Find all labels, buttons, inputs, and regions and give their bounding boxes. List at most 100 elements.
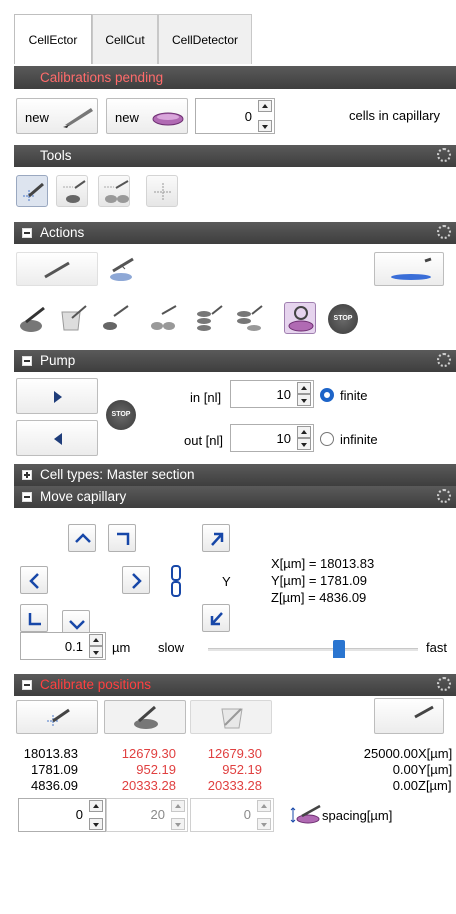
move-left-button[interactable] bbox=[20, 566, 48, 594]
capillary-pen-icon bbox=[44, 261, 70, 279]
move-z-down-button[interactable] bbox=[202, 604, 230, 632]
stack-dual-dish-action[interactable] bbox=[232, 302, 264, 334]
chevron-left-icon bbox=[29, 573, 39, 589]
dual-dish-action[interactable] bbox=[146, 302, 178, 334]
arrow-up-right-icon bbox=[211, 532, 224, 546]
move-z-up-button[interactable] bbox=[202, 524, 230, 552]
dish-aspirate-action[interactable] bbox=[16, 302, 48, 334]
cell-types-header[interactable]: Cell types: Master section bbox=[14, 464, 456, 486]
decrement-arrow-icon[interactable] bbox=[257, 818, 271, 830]
multi-dish-action[interactable] bbox=[98, 302, 130, 334]
stop-action-button[interactable]: STOP bbox=[328, 304, 358, 334]
collapse-icon[interactable] bbox=[22, 680, 32, 690]
pump-header[interactable]: Pump bbox=[14, 350, 456, 372]
calib-spinbox-2[interactable]: 20 bbox=[106, 798, 188, 832]
pump-in-spinbox[interactable]: 10 bbox=[230, 380, 314, 408]
tab-cellcut[interactable]: CellCut bbox=[92, 14, 158, 64]
link-chain-icon[interactable] bbox=[170, 564, 182, 598]
finite-radio[interactable] bbox=[320, 388, 334, 402]
gear-icon[interactable] bbox=[437, 148, 451, 162]
increment-arrow-icon[interactable] bbox=[297, 426, 311, 438]
gear-icon[interactable] bbox=[437, 677, 451, 691]
cells-count-spinbox[interactable]: 0 bbox=[195, 98, 275, 134]
calibrations-pending-text: Calibrations pending bbox=[40, 70, 164, 85]
speed-slider-handle[interactable] bbox=[332, 640, 345, 658]
dish-lift-action[interactable] bbox=[104, 252, 136, 284]
gear-icon[interactable] bbox=[437, 353, 451, 367]
decrement-arrow-icon[interactable] bbox=[297, 438, 311, 450]
capillary-drop-icon bbox=[391, 257, 432, 280]
stack-dish-action[interactable] bbox=[192, 302, 224, 334]
crosshair-capillary-tool[interactable] bbox=[16, 175, 48, 207]
move-corner-top-right-button[interactable] bbox=[108, 524, 136, 552]
calibrate-capillary-tip-button[interactable] bbox=[374, 698, 444, 734]
actions-header[interactable]: Actions bbox=[14, 222, 456, 244]
move-capillary-action[interactable] bbox=[16, 252, 98, 286]
collapse-icon[interactable] bbox=[22, 492, 32, 502]
collapse-icon[interactable] bbox=[22, 228, 32, 238]
cell-types-title: Cell types: Master section bbox=[40, 467, 195, 482]
tube-icon bbox=[61, 305, 87, 331]
calibrate-tube-button[interactable] bbox=[190, 700, 272, 734]
increment-arrow-icon[interactable] bbox=[89, 634, 103, 646]
increment-arrow-icon[interactable] bbox=[297, 382, 311, 394]
dual-dish-icon bbox=[151, 305, 177, 330]
play-left-icon bbox=[54, 433, 62, 445]
decrement-arrow-icon[interactable] bbox=[171, 818, 185, 830]
increment-arrow-icon[interactable] bbox=[89, 800, 103, 812]
gear-icon[interactable] bbox=[437, 489, 451, 503]
calib-current-x: 18013.83 bbox=[23, 746, 78, 761]
aspirate-action-button[interactable] bbox=[374, 252, 444, 286]
pump-stop-button[interactable]: STOP bbox=[106, 400, 136, 430]
chevron-down-icon bbox=[69, 620, 85, 630]
decrement-arrow-icon[interactable] bbox=[258, 120, 272, 132]
collapse-icon[interactable] bbox=[22, 356, 32, 366]
new-capillary-button[interactable]: new bbox=[16, 98, 98, 134]
tab-cellector[interactable]: CellEctor bbox=[14, 14, 92, 64]
capillary-pen-icon bbox=[63, 108, 93, 128]
calibrate-single-dish-tool[interactable] bbox=[56, 175, 88, 207]
move-right-button[interactable] bbox=[122, 566, 150, 594]
y-position-readout: Y[µm] = 1781.09 bbox=[271, 573, 368, 588]
decrement-arrow-icon[interactable] bbox=[297, 394, 311, 406]
increment-arrow-icon[interactable] bbox=[171, 800, 185, 812]
speed-slider[interactable] bbox=[208, 632, 418, 660]
move-corner-bottom-left-button[interactable] bbox=[20, 604, 48, 632]
actions-title: Actions bbox=[40, 225, 85, 240]
increment-arrow-icon[interactable] bbox=[258, 100, 272, 112]
move-up-button[interactable] bbox=[68, 524, 96, 552]
spacing-dish-icon bbox=[290, 804, 321, 824]
calib-spinbox-3[interactable]: 0 bbox=[190, 798, 274, 832]
calibrate-crosshair-button[interactable] bbox=[16, 700, 98, 734]
gear-icon[interactable] bbox=[437, 225, 451, 239]
pump-out-label: out [nl] bbox=[184, 433, 224, 448]
corner-bottom-left-icon bbox=[28, 613, 41, 626]
step-size-spinbox[interactable]: 0.1 bbox=[20, 632, 106, 660]
z-position-readout: Z[µm] = 4836.09 bbox=[271, 590, 367, 605]
calibration-units: X[µm] Y[µm] Z[µm] bbox=[418, 746, 456, 794]
calibrate-dish-button[interactable] bbox=[104, 700, 186, 734]
chevron-right-icon bbox=[132, 573, 142, 589]
decrement-arrow-icon[interactable] bbox=[89, 646, 103, 658]
speed-slow-label: slow bbox=[158, 640, 185, 655]
calib-tip-y: 0.00 bbox=[392, 762, 418, 777]
new-dish-button[interactable]: new bbox=[106, 98, 188, 134]
crosshair-tool[interactable] bbox=[146, 175, 178, 207]
calibrate-double-dish-tool[interactable] bbox=[98, 175, 130, 207]
pump-in-button[interactable] bbox=[16, 378, 98, 414]
tools-header[interactable]: Tools bbox=[14, 145, 456, 167]
calibrate-positions-header[interactable]: Calibrate positions bbox=[14, 674, 456, 696]
pump-out-button[interactable] bbox=[16, 420, 98, 456]
infinite-radio[interactable] bbox=[320, 432, 334, 446]
move-capillary-header[interactable]: Move capillary bbox=[14, 486, 456, 508]
expand-icon[interactable] bbox=[22, 470, 32, 480]
unit-z: Z[µm] bbox=[418, 778, 452, 793]
calib-spinbox-1[interactable]: 0 bbox=[18, 798, 106, 832]
decrement-arrow-icon[interactable] bbox=[89, 818, 103, 830]
inspect-dish-action[interactable] bbox=[284, 302, 316, 334]
increment-arrow-icon[interactable] bbox=[257, 800, 271, 812]
calibrate-positions-title: Calibrate positions bbox=[40, 677, 152, 692]
tab-celldetector[interactable]: CellDetector bbox=[158, 14, 252, 64]
pump-out-spinbox[interactable]: 10 bbox=[230, 424, 314, 452]
tube-dispense-action[interactable] bbox=[56, 302, 88, 334]
